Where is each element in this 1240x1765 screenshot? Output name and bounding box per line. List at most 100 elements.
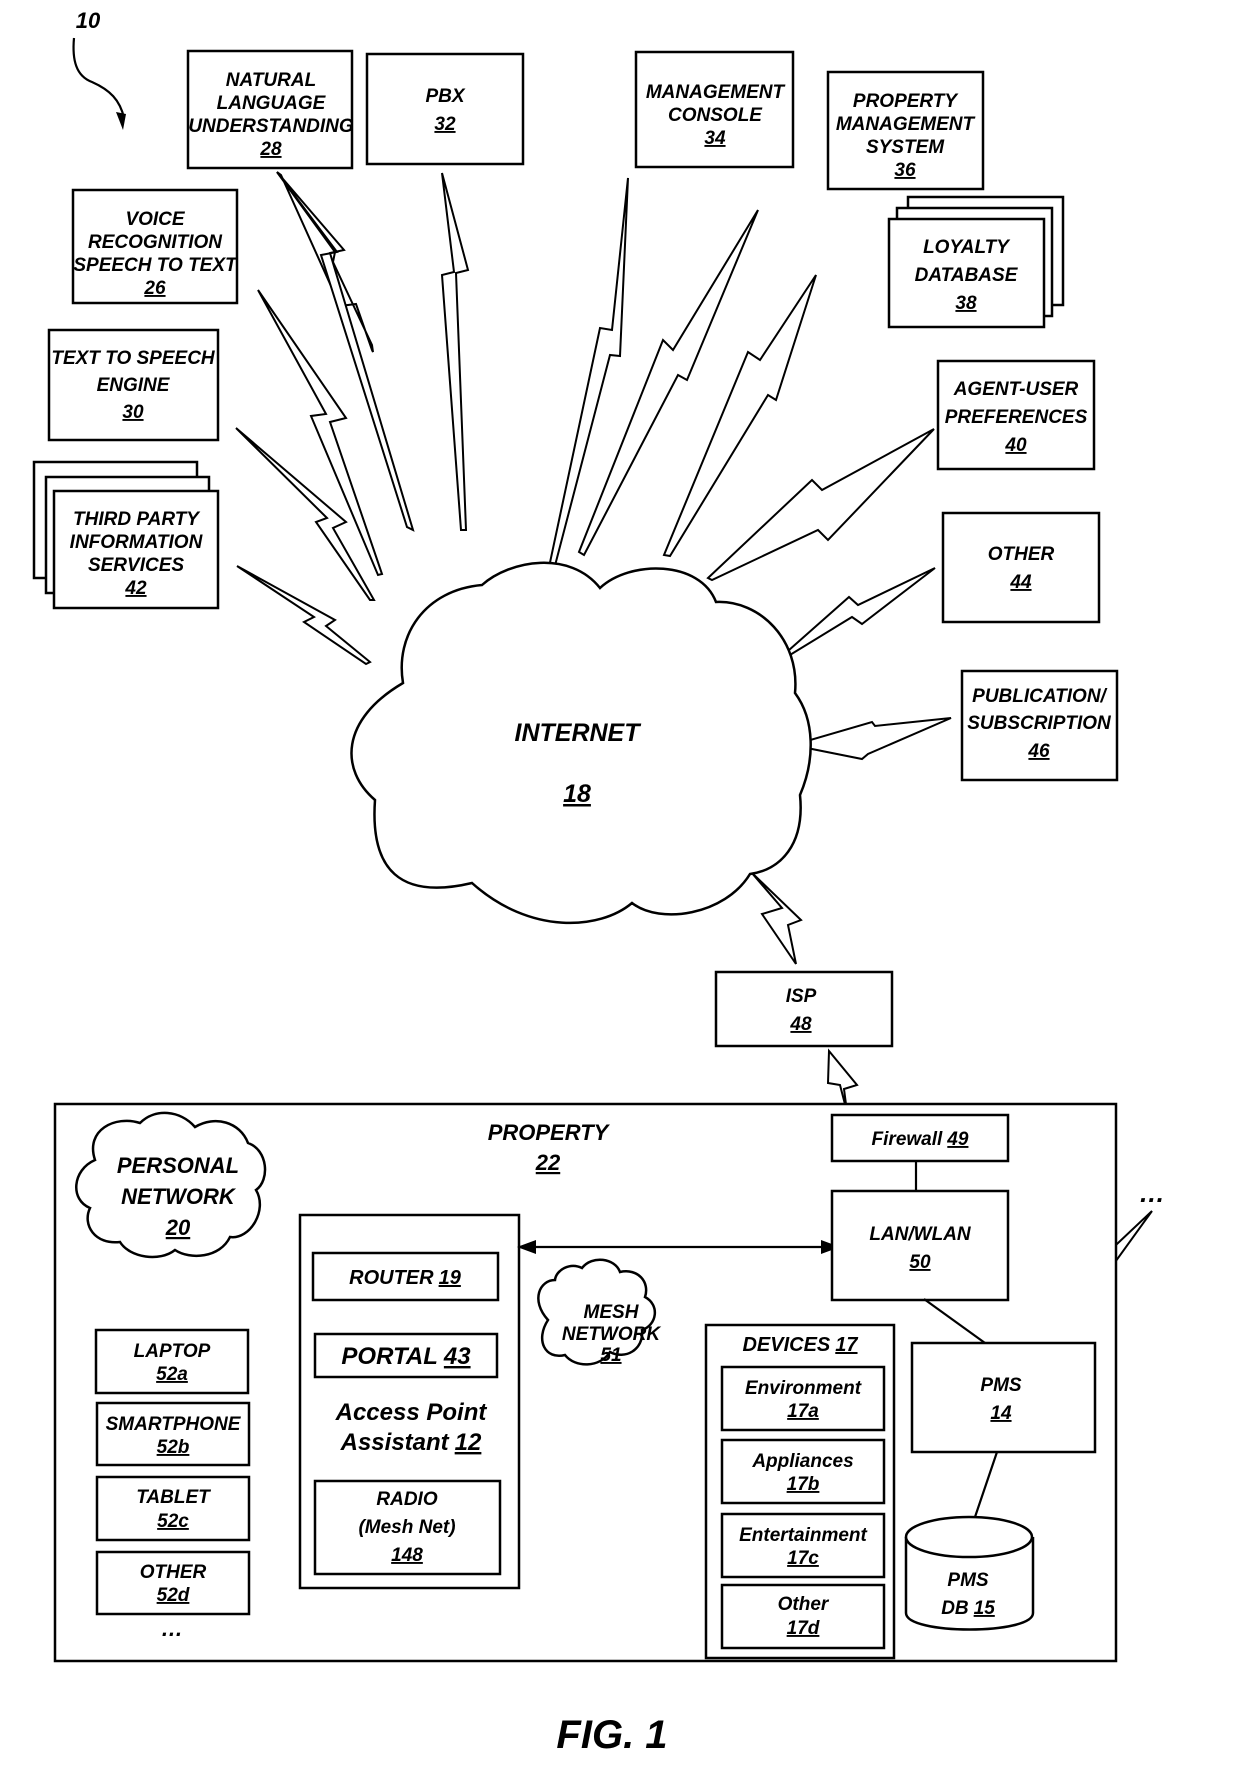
svg-text:17b: 17b: [787, 1474, 820, 1495]
isp-box: ISP 48: [714, 970, 894, 1048]
router-box: ROUTER 19: [311, 1251, 500, 1302]
service-ref: 28: [259, 139, 282, 160]
figure-caption: FIG. 1: [556, 1713, 667, 1757]
internet-ref: 18: [563, 780, 591, 808]
external-ellipsis: …: [1139, 1178, 1165, 1208]
svg-text:17d: 17d: [787, 1618, 820, 1639]
service-text-to-speech: TEXT TO SPEECH ENGINE 30: [47, 328, 220, 442]
svg-text:14: 14: [990, 1403, 1012, 1424]
svg-text:LAPTOP: LAPTOP: [134, 1341, 211, 1362]
service-third-party-information: THIRD PARTY INFORMATION SERVICES 42: [32, 460, 220, 610]
svg-text:50: 50: [909, 1252, 931, 1273]
svg-text:OTHER: OTHER: [988, 544, 1055, 565]
svg-text:MANAGEMENT: MANAGEMENT: [836, 114, 976, 135]
personal-devices-ellipsis: …: [161, 1616, 183, 1641]
pms-box: PMS 14: [910, 1341, 1097, 1454]
service-ref: 46: [1027, 741, 1050, 762]
svg-text:RECOGNITION: RECOGNITION: [88, 232, 223, 253]
svg-text:Environment: Environment: [745, 1378, 862, 1399]
firewall-box: Firewall 49: [830, 1113, 1010, 1163]
svg-text:Assistant12: Assistant 12: [340, 1429, 482, 1456]
service-agent-user-preferences: AGENT-USER PREFERENCES 40: [936, 359, 1096, 471]
service-management-console: MANAGEMENT CONSOLE 34: [634, 50, 795, 169]
service-nlu: NATURAL LANGUAGE UNDERSTANDING 28: [186, 49, 354, 170]
figure-ref-arrow-icon: [72, 37, 126, 130]
svg-text:Firewall49: Firewall 49: [872, 1129, 969, 1150]
personal-network-cloud: PERSONAL NETWORK 20: [75, 1111, 267, 1259]
access-point-assistant: ROUTER 19 PORTAL 43 Access Point Assistant…: [298, 1213, 521, 1590]
bolt-pubsub: [789, 717, 952, 761]
svg-text:AGENT-USER: AGENT-USER: [953, 379, 1079, 400]
svg-text:INFORMATION: INFORMATION: [70, 532, 204, 553]
svg-text:ISP: ISP: [786, 986, 817, 1007]
bolt-voice: [257, 289, 384, 577]
internet-cloud: INTERNET 18: [350, 561, 812, 925]
svg-text:TEXT TO SPEECH: TEXT TO SPEECH: [51, 348, 216, 369]
svg-text:51: 51: [600, 1345, 621, 1366]
service-voice-recognition: VOICE RECOGNITION SPEECH TO TEXT 26: [71, 188, 239, 305]
personal-device-tablet: TABLET 52c: [95, 1475, 251, 1542]
device-entertainment: Entertainment 17c: [720, 1512, 886, 1579]
device-environment: Environment 17a: [720, 1365, 886, 1432]
svg-text:VOICE: VOICE: [125, 209, 185, 230]
svg-text:SYSTEM: SYSTEM: [866, 137, 945, 158]
bolt-other44: [777, 567, 936, 659]
personal-device-smartphone: SMARTPHONE 52b: [95, 1401, 251, 1467]
isp-ref: 48: [789, 1014, 812, 1035]
svg-text:DEVICES17: DEVICES 17: [742, 1334, 858, 1356]
svg-text:PUBLICATION/: PUBLICATION/: [972, 686, 1107, 707]
svg-text:PMS: PMS: [980, 1375, 1022, 1396]
svg-text:52c: 52c: [157, 1511, 189, 1532]
lan-wlan-box: LAN/WLAN 50: [830, 1189, 1010, 1302]
service-ref: 38: [955, 293, 977, 314]
svg-text:Other: Other: [778, 1594, 830, 1615]
svg-text:52b: 52b: [157, 1437, 190, 1458]
access-point-title: Access Point: [335, 1399, 488, 1426]
svg-text:UNDERSTANDING: UNDERSTANDING: [188, 116, 354, 137]
system-diagram: 10 INTERNET 18 NATURAL LANGUAGE UNDERSTA…: [32, 8, 1165, 1757]
property-ref: 22: [535, 1150, 561, 1175]
svg-text:Entertainment: Entertainment: [739, 1525, 867, 1546]
svg-text:17c: 17c: [787, 1548, 819, 1569]
svg-text:TABLET: TABLET: [136, 1487, 211, 1508]
figure-ref-label: 10: [76, 8, 101, 33]
devices-container: DEVICES 17 Environment 17a Appliances 17b…: [704, 1323, 896, 1660]
bolt-isp: [750, 871, 803, 965]
svg-text:PREFERENCES: PREFERENCES: [945, 407, 1088, 428]
svg-text:SMARTPHONE: SMARTPHONE: [106, 1414, 242, 1435]
svg-text:LOYALTY: LOYALTY: [923, 237, 1011, 258]
svg-text:52d: 52d: [157, 1585, 190, 1606]
service-ref: 36: [894, 160, 916, 181]
svg-text:PBX: PBX: [425, 86, 465, 107]
service-pbx: PBX 32: [365, 52, 525, 166]
service-other: OTHER 44: [941, 511, 1101, 624]
device-other: Other 17d: [720, 1583, 886, 1650]
svg-text:CONSOLE: CONSOLE: [668, 105, 763, 126]
bolt-thirdparty: [236, 565, 372, 666]
svg-text:DB15: DB 15: [941, 1598, 995, 1619]
service-ref: 42: [124, 578, 147, 599]
property-label: PROPERTY: [488, 1120, 611, 1145]
svg-text:NETWORK: NETWORK: [121, 1184, 237, 1209]
device-appliances: Appliances 17b: [720, 1438, 886, 1505]
service-loyalty-database: LOYALTY DATABASE 38: [887, 195, 1065, 329]
bolt-agent: [706, 428, 935, 582]
svg-text:DATABASE: DATABASE: [915, 265, 1019, 286]
service-ref: 32: [434, 114, 456, 135]
svg-text:PMS: PMS: [947, 1570, 989, 1591]
service-publication-subscription: PUBLICATION/ SUBSCRIPTION 46: [960, 669, 1119, 782]
svg-text:PORTAL43: PORTAL 43: [341, 1343, 471, 1370]
radio-box: RADIO (Mesh Net) 148: [313, 1479, 502, 1576]
svg-text:Appliances: Appliances: [751, 1451, 853, 1472]
service-ref: 30: [122, 402, 144, 423]
internet-label: INTERNET: [515, 719, 643, 747]
svg-text:52a: 52a: [156, 1364, 188, 1385]
svg-text:OTHER: OTHER: [140, 1562, 207, 1583]
service-ref: 34: [704, 128, 726, 149]
service-ref: 44: [1009, 572, 1032, 593]
svg-text:ENGINE: ENGINE: [97, 375, 171, 396]
personal-network-ref: 20: [165, 1215, 191, 1240]
service-ref: 26: [143, 278, 166, 299]
bolt-pbx: [440, 172, 470, 531]
bolt-pms36: [577, 209, 759, 557]
